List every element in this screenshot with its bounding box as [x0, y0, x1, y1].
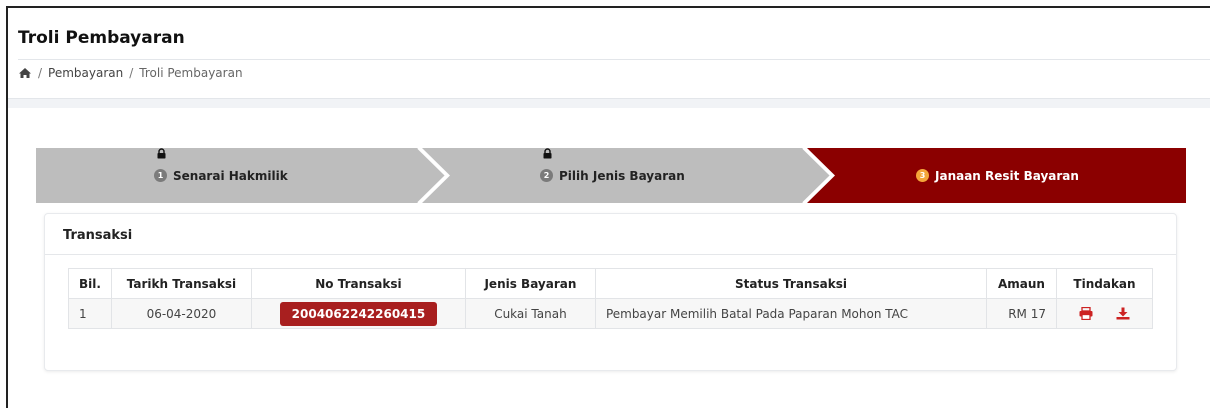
- cell-tarikh: 06-04-2020: [110, 298, 252, 329]
- step-senarai-hakmilik[interactable]: 1 Senarai Hakmilik: [154, 148, 288, 203]
- transaction-number-badge[interactable]: 2004062242260415: [279, 301, 438, 326]
- table-header-row: Bil. Tarikh Transaksi No Transaksi Jenis…: [68, 268, 1153, 299]
- title-divider: [18, 59, 1210, 60]
- download-icon[interactable]: [1116, 307, 1130, 320]
- step-number-badge: 1: [154, 169, 167, 182]
- breadcrumb-item-current: Troli Pembayaran: [139, 66, 243, 80]
- card-divider: [45, 254, 1176, 255]
- action-group: [1067, 307, 1142, 320]
- table-row: 1 06-04-2020 2004062242260415 Cukai Tana…: [68, 298, 1153, 329]
- content-frame: Troli Pembayaran / Pembayaran / Troli Pe…: [6, 6, 1210, 408]
- cell-status: Pembayar Memilih Batal Pada Paparan Moho…: [594, 298, 988, 329]
- column-header-tarikh: Tarikh Transaksi: [110, 268, 252, 299]
- breadcrumb-separator: /: [129, 66, 134, 80]
- step-label: Pilih Jenis Bayaran: [559, 168, 685, 183]
- column-header-bil: Bil.: [68, 268, 112, 299]
- page-title: Troli Pembayaran: [18, 28, 185, 48]
- print-icon[interactable]: [1079, 307, 1093, 320]
- cell-jenis-bayaran: Cukai Tanah: [464, 298, 596, 329]
- header-band: [8, 98, 1210, 108]
- lock-icon: [157, 148, 166, 159]
- home-icon[interactable]: [18, 67, 32, 79]
- step-janaan-resit-bayaran[interactable]: 3 Janaan Resit Bayaran: [916, 148, 1079, 203]
- breadcrumb: / Pembayaran / Troli Pembayaran: [18, 66, 243, 80]
- card-title: Transaksi: [63, 228, 133, 243]
- cell-no-transaksi: 2004062242260415: [250, 298, 466, 329]
- column-header-no-transaksi: No Transaksi: [250, 268, 466, 299]
- step-pilih-jenis-bayaran[interactable]: 2 Pilih Jenis Bayaran: [540, 148, 685, 203]
- step-label: Janaan Resit Bayaran: [935, 168, 1079, 183]
- step-number-badge: 2: [540, 169, 553, 182]
- transaksi-table: Bil. Tarikh Transaksi No Transaksi Jenis…: [68, 268, 1153, 329]
- column-header-tindakan: Tindakan: [1056, 268, 1153, 299]
- cell-tindakan: [1056, 298, 1153, 329]
- breadcrumb-separator: /: [38, 66, 43, 80]
- cell-bil: 1: [68, 298, 112, 329]
- step-number-badge: 3: [916, 169, 929, 182]
- breadcrumb-item-pembayaran[interactable]: Pembayaran: [48, 66, 123, 80]
- step-label: Senarai Hakmilik: [173, 168, 288, 183]
- lock-icon: [543, 148, 552, 159]
- column-header-amaun: Amaun: [986, 268, 1057, 299]
- column-header-status: Status Transaksi: [594, 268, 988, 299]
- cell-amaun: RM 17: [986, 298, 1057, 329]
- transaksi-card: Transaksi Bil. Tarikh Transaksi No Trans…: [44, 213, 1177, 371]
- column-header-jenis-bayaran: Jenis Bayaran: [464, 268, 596, 299]
- wizard-steps: 1 Senarai Hakmilik 2 Pilih Jenis Bayaran…: [36, 148, 1186, 203]
- page-header: Troli Pembayaran / Pembayaran / Troli Pe…: [18, 28, 1210, 80]
